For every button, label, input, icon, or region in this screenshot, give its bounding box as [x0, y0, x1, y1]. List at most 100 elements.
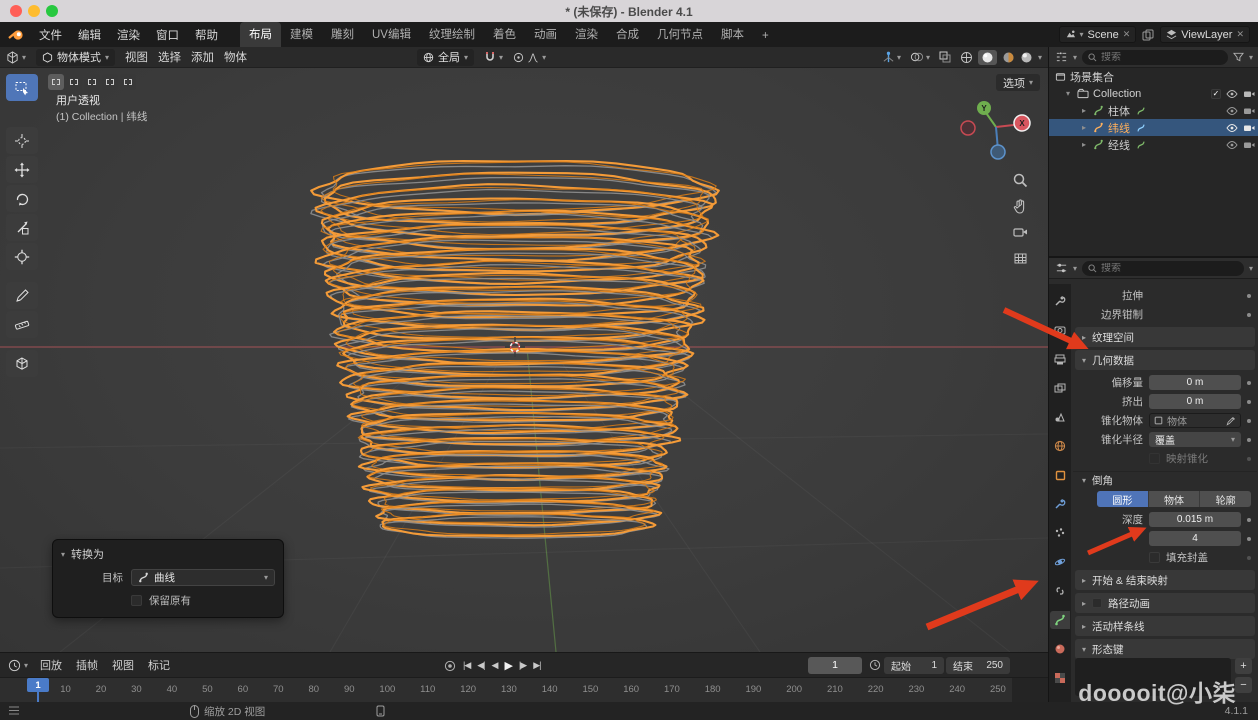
material-shading-icon[interactable]: [1002, 51, 1015, 64]
filter-icon[interactable]: [1233, 52, 1244, 62]
tool-select-box[interactable]: [6, 74, 38, 101]
geometry-data-panel-header[interactable]: ▾ 几何数据: [1075, 350, 1255, 370]
tab-tool[interactable]: [1050, 292, 1070, 310]
tab-physics[interactable]: [1050, 553, 1070, 571]
hide-in-viewport-icon[interactable]: [1226, 90, 1238, 98]
blender-logo-icon[interactable]: [8, 29, 25, 41]
disable-in-render-icon[interactable]: [1243, 106, 1255, 115]
prev-keyframe-button[interactable]: ◀|: [477, 660, 484, 671]
eyedropper-icon[interactable]: [1226, 416, 1236, 426]
play-button[interactable]: ▶: [504, 659, 511, 672]
jump-to-end-button[interactable]: ▶|: [533, 660, 540, 671]
close-window-icon[interactable]: [10, 5, 22, 17]
transform-orientation-dropdown[interactable]: 全局 ▾: [417, 49, 474, 66]
expand-icon[interactable]: ▾: [1063, 89, 1073, 98]
scene-collection-row[interactable]: 场景集合: [1049, 68, 1258, 85]
tab-compositing[interactable]: 合成: [607, 22, 648, 47]
bevel-type-profile[interactable]: 轮廓: [1200, 491, 1251, 507]
fill-caps-checkbox[interactable]: [1149, 552, 1160, 563]
menu-add[interactable]: 添加: [191, 49, 214, 65]
rendered-shading-icon[interactable]: [1020, 51, 1033, 64]
active-spline-panel-header[interactable]: ▸ 活动样条线: [1075, 616, 1255, 636]
tab-output[interactable]: [1050, 350, 1070, 368]
path-animation-checkbox[interactable]: [1092, 598, 1102, 608]
wireframe-shading-icon[interactable]: [960, 51, 973, 64]
animate-dot-icon[interactable]: [1247, 400, 1251, 404]
viewport-3d[interactable]: 用户透视 (1) Collection | 纬线 选项 ▾: [0, 68, 1048, 652]
add-shape-key-button[interactable]: +: [1235, 658, 1252, 674]
timeline-editor-type-button[interactable]: ▾: [8, 659, 28, 672]
editor-type-button[interactable]: ▾: [6, 51, 26, 64]
bevel-subpanel-header[interactable]: ▾ 倒角: [1073, 471, 1257, 489]
current-frame-field[interactable]: 1: [808, 657, 862, 674]
pan-view-button[interactable]: [1008, 194, 1032, 218]
tab-uv-editing[interactable]: UV编辑: [363, 22, 420, 47]
menu-playback[interactable]: 回放: [40, 657, 62, 673]
playhead[interactable]: 1: [27, 678, 49, 692]
tab-object[interactable]: [1050, 466, 1070, 484]
menu-file[interactable]: 文件: [31, 25, 70, 45]
editor-corner-icon[interactable]: [8, 706, 20, 716]
remove-shape-key-button[interactable]: −: [1235, 677, 1252, 693]
animate-dot-icon[interactable]: [1247, 438, 1251, 442]
tab-modifiers[interactable]: [1050, 495, 1070, 513]
object-row-cylinder[interactable]: ▸ 柱体: [1049, 102, 1258, 119]
use-preview-range-icon[interactable]: [869, 659, 881, 671]
keep-original-checkbox[interactable]: [131, 595, 142, 606]
menu-object[interactable]: 物体: [224, 49, 247, 65]
collection-row[interactable]: ▾ Collection ✓: [1049, 85, 1258, 102]
tab-world[interactable]: [1050, 437, 1070, 455]
animate-dot-icon[interactable]: [1247, 294, 1251, 298]
outliner-search-input[interactable]: [1101, 52, 1171, 63]
tab-object-data-curve[interactable]: [1050, 611, 1070, 629]
menu-keying[interactable]: 插帧: [76, 657, 98, 673]
bevel-resolution-field[interactable]: 4: [1149, 531, 1241, 546]
show-gizmo-toggle[interactable]: ▾: [882, 51, 901, 64]
disable-in-render-icon[interactable]: [1243, 123, 1255, 132]
animate-dot-icon[interactable]: [1247, 419, 1251, 423]
proportional-edit-toggle[interactable]: ▾: [513, 52, 546, 63]
tab-scene[interactable]: [1050, 408, 1070, 426]
operator-redo-panel[interactable]: ▾ 转换为 目标 曲线 ▾ 保留原有: [52, 539, 284, 618]
animate-dot-icon[interactable]: [1247, 518, 1251, 522]
properties-editor-icon[interactable]: [1055, 262, 1068, 274]
bevel-type-round[interactable]: 圆形: [1097, 491, 1149, 507]
viewlayer-selector[interactable]: ViewLayer ✕: [1160, 26, 1250, 43]
expand-icon[interactable]: ▸: [1079, 123, 1089, 132]
axis-z-negative[interactable]: [991, 145, 1005, 159]
snap-toggle[interactable]: ▾: [484, 51, 503, 63]
tool-cursor[interactable]: [6, 127, 38, 154]
tab-constraints[interactable]: [1050, 582, 1070, 600]
offset-field[interactable]: 0 m: [1149, 375, 1241, 390]
taper-object-field[interactable]: 物体: [1149, 413, 1241, 428]
tab-particles[interactable]: [1050, 524, 1070, 542]
tab-sculpting[interactable]: 雕刻: [322, 22, 363, 47]
timeline-ruler[interactable]: 1102030405060708090100110120130140150160…: [0, 677, 1048, 702]
properties-search[interactable]: [1082, 261, 1244, 276]
select-mode-intersect[interactable]: [120, 74, 136, 90]
tool-add-cube[interactable]: [6, 350, 38, 377]
play-reverse-button[interactable]: ◀: [492, 660, 498, 671]
camera-view-button[interactable]: [1008, 220, 1032, 244]
animate-dot-icon[interactable]: [1247, 537, 1251, 541]
collection-checkbox[interactable]: ✓: [1211, 89, 1221, 99]
texture-space-panel-header[interactable]: ▸ 纹理空间: [1075, 327, 1255, 347]
tool-scale[interactable]: [6, 214, 38, 241]
expand-icon[interactable]: ▸: [1079, 106, 1089, 115]
tab-geometry-nodes[interactable]: 几何节点: [648, 22, 712, 47]
tool-move[interactable]: [6, 156, 38, 183]
menu-marker[interactable]: 标记: [148, 657, 170, 673]
object-row-warp[interactable]: ▸ 经线: [1049, 136, 1258, 153]
target-dropdown[interactable]: 曲线 ▾: [131, 569, 275, 586]
extrude-field[interactable]: 0 m: [1149, 394, 1241, 409]
extrude-top-row[interactable]: 拉伸: [1073, 286, 1257, 305]
toggle-ortho-grid-button[interactable]: [1008, 246, 1032, 270]
chevron-down-icon[interactable]: ▾: [61, 550, 65, 559]
menu-help[interactable]: 帮助: [187, 25, 226, 45]
bevel-depth-field[interactable]: 0.015 m: [1149, 512, 1241, 527]
unlink-scene-icon[interactable]: ✕: [1123, 29, 1131, 40]
map-taper-checkbox[interactable]: [1149, 453, 1160, 464]
scene-selector[interactable]: ▾ Scene ✕: [1059, 26, 1137, 43]
menu-edit[interactable]: 编辑: [70, 25, 109, 45]
tool-annotate[interactable]: [6, 282, 38, 309]
